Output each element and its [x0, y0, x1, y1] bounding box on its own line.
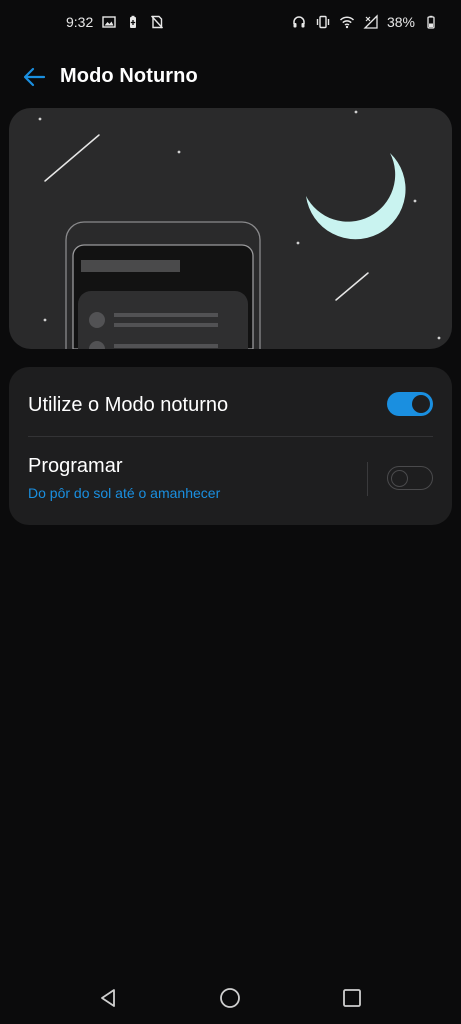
back-arrow-icon — [23, 67, 46, 87]
star — [38, 117, 42, 121]
wifi-icon — [339, 14, 355, 30]
star — [437, 336, 441, 340]
star — [296, 241, 300, 245]
moon-icon — [306, 153, 406, 240]
phone-illustration — [65, 221, 261, 349]
schedule-toggle[interactable] — [387, 466, 433, 490]
navigation-bar — [0, 970, 461, 1024]
status-left: 9:32 — [66, 14, 165, 30]
no-sim-icon — [149, 14, 165, 30]
shooting-star — [44, 134, 100, 182]
toggle-knob — [412, 395, 430, 413]
divider — [28, 436, 433, 437]
app-header: Modo Noturno — [0, 52, 461, 102]
battery-icon — [423, 14, 439, 30]
star — [354, 110, 358, 114]
schedule-subtitle[interactable]: Do pôr do sol até o amanhecer — [28, 485, 220, 501]
back-nav-icon[interactable] — [97, 986, 121, 1010]
page-title: Modo Noturno — [60, 65, 198, 87]
settings-card: Utilize o Modo noturno Programar Do pôr … — [9, 367, 452, 525]
star — [43, 318, 47, 322]
battery-percent: 38% — [386, 14, 415, 30]
vibrate-icon — [315, 14, 331, 30]
status-time: 9:32 — [66, 14, 94, 30]
image-icon — [101, 14, 117, 30]
screen: 9:32 38% Modo Noturno Utilize o Modo not… — [0, 0, 461, 1024]
status-bar: 9:32 38% — [0, 0, 461, 44]
signal-icon — [363, 14, 379, 30]
back-button[interactable] — [18, 64, 50, 90]
recents-nav-icon[interactable] — [340, 986, 364, 1010]
star — [177, 150, 181, 154]
vertical-separator — [367, 462, 368, 496]
status-right: 38% — [291, 14, 439, 30]
toggle-knob — [391, 469, 408, 487]
star — [413, 199, 417, 203]
shooting-star — [335, 272, 369, 301]
night-mode-illustration — [9, 108, 452, 349]
night-mode-label[interactable]: Utilize o Modo noturno — [28, 394, 228, 417]
night-mode-toggle[interactable] — [387, 392, 433, 416]
schedule-label[interactable]: Programar — [28, 455, 122, 478]
battery-saver-icon — [125, 14, 141, 30]
headphones-icon — [291, 14, 307, 30]
home-nav-icon[interactable] — [218, 986, 242, 1010]
